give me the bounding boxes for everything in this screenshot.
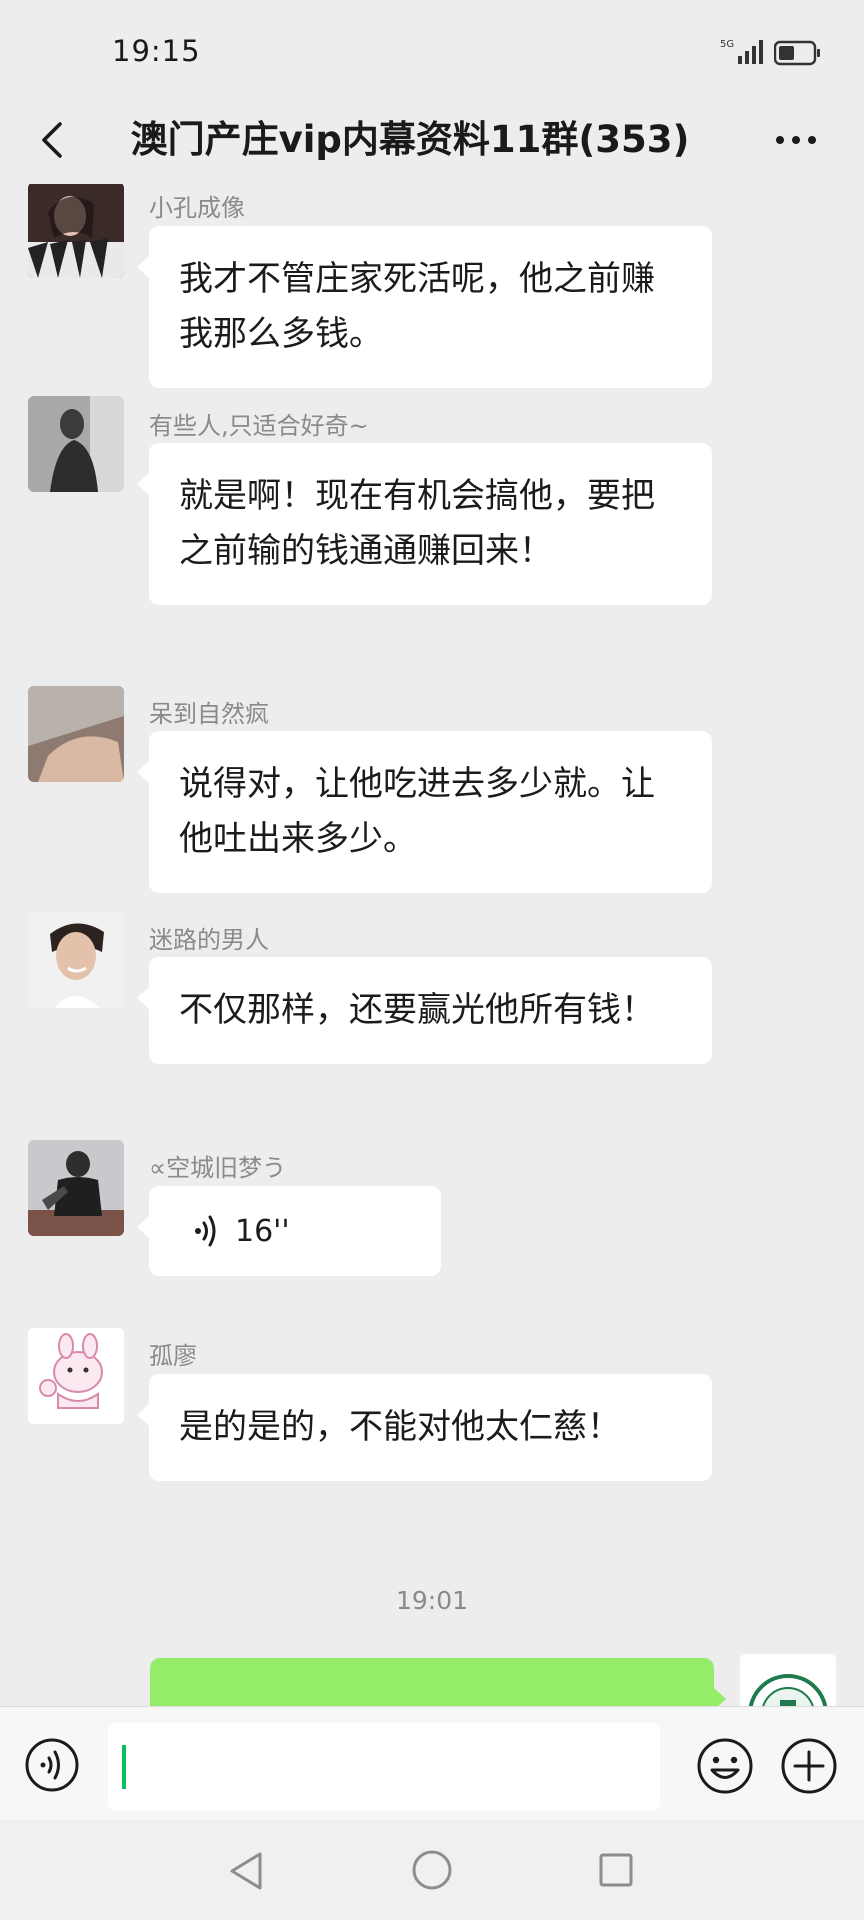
voice-duration: 16'' bbox=[235, 1213, 290, 1249]
sender-name: 小孔成像 bbox=[149, 194, 245, 222]
outgoing-message-bubble[interactable] bbox=[150, 1658, 726, 1706]
emoji-icon[interactable] bbox=[696, 1737, 754, 1795]
nav-recent-square-icon[interactable] bbox=[596, 1850, 636, 1890]
message-bubble[interactable]: 说得对，让他吃进去多少就。让他吐出来多少。 bbox=[137, 731, 712, 893]
nav-back-triangle-icon[interactable] bbox=[226, 1850, 268, 1892]
voice-mode-icon[interactable] bbox=[24, 1737, 80, 1793]
system-nav-bar bbox=[0, 1820, 864, 1920]
message-input[interactable] bbox=[108, 1723, 660, 1811]
avatar[interactable] bbox=[28, 912, 124, 1008]
sender-name: 呆到自然疯 bbox=[149, 700, 269, 728]
voice-message-bubble[interactable]: 16'' bbox=[137, 1186, 441, 1276]
back-chevron-icon bbox=[42, 122, 62, 158]
more-dots-icon bbox=[776, 136, 816, 144]
avatar[interactable] bbox=[28, 184, 124, 278]
battery-icon bbox=[774, 40, 820, 66]
message-bubble[interactable]: 是的是的，不能对他太仁慈！ bbox=[137, 1374, 712, 1481]
avatar[interactable] bbox=[28, 1140, 124, 1236]
avatar[interactable] bbox=[28, 1328, 124, 1424]
sender-name: 有些人,只适合好奇~ bbox=[149, 412, 369, 440]
sender-name: 孤廖 bbox=[149, 1342, 197, 1370]
nav-home-circle-icon[interactable] bbox=[410, 1848, 454, 1892]
voice-wave-icon bbox=[195, 1215, 216, 1247]
chat-screen: 19:15 5G 澳门产庄vip内幕资料11群(353) 小孔成像 我才不管庄家… bbox=[0, 0, 864, 1920]
avatar[interactable] bbox=[28, 686, 124, 782]
more-button[interactable] bbox=[766, 108, 826, 172]
status-bar: 19:15 5G bbox=[0, 0, 864, 100]
chat-header: 澳门产庄vip内幕资料11群(353) bbox=[0, 100, 864, 184]
sender-name: 迷路的男人 bbox=[149, 926, 269, 954]
chat-title: 澳门产庄vip内幕资料11群(353) bbox=[130, 118, 690, 161]
text-caret bbox=[122, 1745, 126, 1789]
avatar[interactable] bbox=[28, 396, 124, 492]
network-label: 5G bbox=[720, 39, 734, 50]
plus-icon[interactable] bbox=[780, 1737, 838, 1795]
message-bubble[interactable]: 不仅那样，还要赢光他所有钱！ bbox=[137, 957, 712, 1064]
time-divider: 19:01 bbox=[395, 1586, 469, 1615]
message-bubble[interactable]: 就是啊！现在有机会搞他，要把之前输的钱通通赚回来！ bbox=[137, 443, 712, 605]
signal-icon: 5G bbox=[720, 39, 763, 64]
back-button[interactable] bbox=[24, 108, 80, 172]
message-bubble[interactable]: 我才不管庄家死活呢，他之前赚我那么多钱。 bbox=[137, 226, 712, 388]
my-avatar[interactable] bbox=[740, 1654, 836, 1706]
message-list[interactable]: 小孔成像 我才不管庄家死活呢，他之前赚我那么多钱。 有些人,只适合好奇~ 就是啊… bbox=[0, 184, 864, 1706]
sender-name: ∝空城旧梦う bbox=[149, 1154, 287, 1182]
status-time: 19:15 bbox=[112, 34, 201, 68]
input-bar bbox=[0, 1706, 864, 1820]
